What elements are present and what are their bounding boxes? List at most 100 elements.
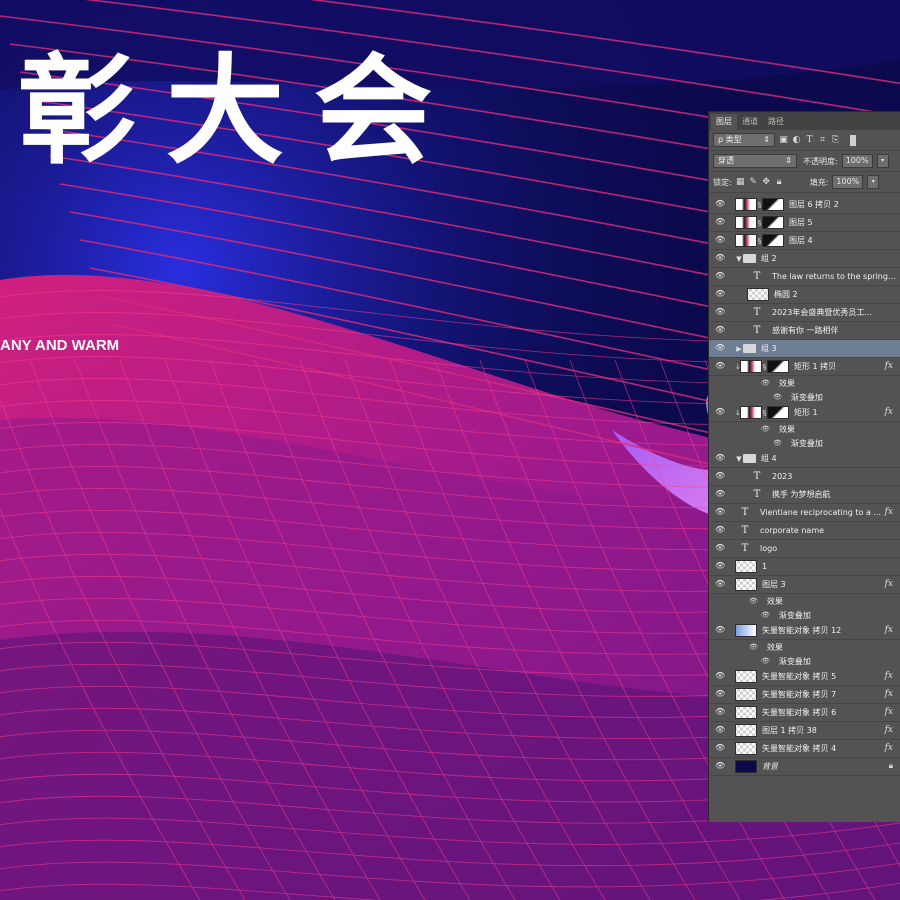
layer-mask-thumbnail[interactable] <box>762 216 784 229</box>
visibility-eye-icon[interactable]: 👁︎ <box>715 708 725 716</box>
opacity-input[interactable]: 100% <box>841 154 873 168</box>
layer-effects-icon[interactable]: fx <box>885 689 893 699</box>
lock-transparent-icon[interactable]: ▦ <box>736 177 745 187</box>
visibility-eye-icon[interactable]: 👁︎ <box>715 472 725 480</box>
effect-eye-icon[interactable]: 👁︎ <box>773 393 782 401</box>
visibility-eye-icon[interactable]: 👁︎ <box>715 690 725 698</box>
layer-row[interactable]: 👁︎ Tcorporate name <box>709 522 900 540</box>
visibility-eye-icon[interactable]: 👁︎ <box>715 408 725 416</box>
layer-row[interactable]: 👁︎ ▼ 组 4 <box>709 450 900 468</box>
visibility-eye-icon[interactable]: 👁︎ <box>715 236 725 244</box>
effect-eye-icon[interactable]: 👁︎ <box>761 657 770 665</box>
visibility-eye-icon[interactable]: 👁︎ <box>715 580 725 588</box>
type-filter-icon[interactable]: T <box>805 135 814 145</box>
layer-row[interactable]: 👁︎ T 携手 为梦想启航 <box>709 486 900 504</box>
layers-panel[interactable]: 图层 通道 路径 ρ 类型 ⇕ ▣ ◐ T ⌗ ⎘ 穿透 ⇕ 不透明度: 100… <box>708 111 900 822</box>
layer-effects-icon[interactable]: fx <box>885 725 893 735</box>
visibility-eye-icon[interactable]: 👁︎ <box>715 744 725 752</box>
layer-mask-thumbnail[interactable] <box>767 360 789 373</box>
visibility-eye-icon[interactable]: 👁︎ <box>715 672 725 680</box>
layer-effect-row[interactable]: 👁︎👁︎渐变叠加 <box>709 390 900 404</box>
effect-eye-icon[interactable]: 👁︎ <box>761 611 770 619</box>
layer-row[interactable]: 👁︎ 矢量智能对象 拷贝 4 fx <box>709 740 900 758</box>
effect-eye-icon[interactable]: 👁︎ <box>749 643 758 651</box>
visibility-eye-icon[interactable]: 👁︎ <box>715 454 725 462</box>
toggle-icon[interactable] <box>850 134 856 146</box>
layer-mask-thumbnail[interactable] <box>767 406 789 419</box>
visibility-eye-icon[interactable]: 👁︎ <box>715 726 725 734</box>
layer-row[interactable]: 👁︎ ↓ § 矩形 1 拷贝 fx <box>709 358 900 376</box>
layer-row[interactable]: 👁︎ § 图层 5 <box>709 214 900 232</box>
visibility-eye-icon[interactable]: 👁︎ <box>715 526 725 534</box>
layer-row[interactable]: 👁︎ T Vientiane reciprocating to a ... fx <box>709 504 900 522</box>
layer-effect-row[interactable]: 👁︎👁︎效果 <box>709 594 900 608</box>
layers-list[interactable]: 👁︎ § 图层 6 拷贝 2 👁︎ § 图层 5 👁︎ § 图层 4 👁︎ ▼ 组 2 👁︎ T The l… <box>709 196 900 776</box>
filter-kind-select[interactable]: ρ 类型 ⇕ <box>713 133 775 147</box>
effect-eye-icon[interactable]: 👁︎ <box>749 597 758 605</box>
disclosure-triangle-icon[interactable]: ▼ <box>735 255 743 263</box>
blend-mode-select[interactable]: 穿透 ⇕ <box>713 154 797 168</box>
layer-row[interactable]: 👁︎ ▶ 组 3 <box>709 340 900 358</box>
layer-effects-icon[interactable]: fx <box>885 579 893 589</box>
layer-row[interactable]: 👁︎ 图层 3 fx <box>709 576 900 594</box>
visibility-eye-icon[interactable]: 👁︎ <box>715 326 725 334</box>
layer-row[interactable]: 👁︎ § 图层 6 拷贝 2 <box>709 196 900 214</box>
layer-row[interactable]: 👁︎ 矢量智能对象 拷贝 5 fx <box>709 668 900 686</box>
visibility-eye-icon[interactable]: 👁︎ <box>715 626 725 634</box>
visibility-eye-icon[interactable]: 👁︎ <box>715 218 725 226</box>
visibility-eye-icon[interactable]: 👁︎ <box>715 762 725 770</box>
visibility-eye-icon[interactable]: 👁︎ <box>715 200 725 208</box>
visibility-eye-icon[interactable]: 👁︎ <box>715 508 725 516</box>
tab-channels[interactable]: 通道 <box>737 114 763 130</box>
layer-row[interactable]: 👁︎ 矢量智能对象 拷贝 7 fx <box>709 686 900 704</box>
visibility-eye-icon[interactable]: 👁︎ <box>715 272 725 280</box>
visibility-eye-icon[interactable]: 👁︎ <box>715 544 725 552</box>
layer-row[interactable]: 👁︎ 矢量智能对象 拷贝 6 fx <box>709 704 900 722</box>
visibility-eye-icon[interactable]: 👁︎ <box>715 344 725 352</box>
smart-filter-icon[interactable]: ⎘ <box>831 135 840 145</box>
image-filter-icon[interactable]: ▣ <box>779 135 788 145</box>
layer-row[interactable]: 👁︎ T 2023年会盛典暨优秀员工... <box>709 304 900 322</box>
layer-effect-row[interactable]: 👁︎👁︎效果 <box>709 376 900 390</box>
visibility-eye-icon[interactable]: 👁︎ <box>715 290 725 298</box>
layer-effect-row[interactable]: 👁︎👁︎效果 <box>709 640 900 654</box>
layer-row[interactable]: 👁︎ 矢量智能对象 拷贝 12 fx <box>709 622 900 640</box>
shape-filter-icon[interactable]: ⌗ <box>818 135 827 145</box>
fill-input[interactable]: 100% <box>832 175 864 189</box>
layer-effects-icon[interactable]: fx <box>885 625 893 635</box>
layer-row[interactable]: 👁︎ ▼ 组 2 <box>709 250 900 268</box>
tab-paths[interactable]: 路径 <box>763 114 789 130</box>
layer-effects-icon[interactable]: fx <box>885 707 893 717</box>
layer-mask-thumbnail[interactable] <box>762 198 784 211</box>
layer-row[interactable]: 👁︎ T 感谢有你 一路相伴 <box>709 322 900 340</box>
layer-effects-icon[interactable]: fx <box>885 361 893 371</box>
effect-eye-icon[interactable]: 👁︎ <box>773 439 782 447</box>
layer-effects-icon[interactable]: fx <box>885 507 893 517</box>
layer-effects-icon[interactable]: fx <box>885 671 893 681</box>
layer-row[interactable]: 👁︎ § 图层 4 <box>709 232 900 250</box>
layer-effect-row[interactable]: 👁︎👁︎效果 <box>709 422 900 436</box>
layer-effect-row[interactable]: 👁︎👁︎渐变叠加 <box>709 654 900 668</box>
effect-eye-icon[interactable]: 👁︎ <box>761 425 770 433</box>
lock-brush-icon[interactable]: ✎ <box>749 177 758 187</box>
layer-effect-row[interactable]: 👁︎👁︎渐变叠加 <box>709 608 900 622</box>
adjustment-filter-icon[interactable]: ◐ <box>792 135 801 145</box>
visibility-eye-icon[interactable]: 👁︎ <box>715 562 725 570</box>
layer-row[interactable]: 👁︎ T 2023 <box>709 468 900 486</box>
visibility-eye-icon[interactable]: 👁︎ <box>715 362 725 370</box>
visibility-eye-icon[interactable]: 👁︎ <box>715 490 725 498</box>
lock-all-icon[interactable]: 🔒︎ <box>775 177 784 187</box>
layer-effects-icon[interactable]: fx <box>885 407 893 417</box>
layer-row[interactable]: 👁︎ 椭圆 2 <box>709 286 900 304</box>
visibility-eye-icon[interactable]: 👁︎ <box>715 308 725 316</box>
effect-eye-icon[interactable]: 👁︎ <box>761 379 770 387</box>
layer-effects-icon[interactable]: fx <box>885 743 893 753</box>
lock-move-icon[interactable]: ✥ <box>762 177 771 187</box>
opacity-dropdown-icon[interactable]: ▾ <box>876 154 889 168</box>
layer-row[interactable]: 👁︎ 背景 🔒︎ <box>709 758 900 776</box>
layer-row[interactable]: 👁︎ Tlogo <box>709 540 900 558</box>
layer-effect-row[interactable]: 👁︎👁︎渐变叠加 <box>709 436 900 450</box>
disclosure-triangle-icon[interactable]: ▼ <box>735 455 743 463</box>
fill-dropdown-icon[interactable]: ▾ <box>867 175 880 189</box>
visibility-eye-icon[interactable]: 👁︎ <box>715 254 725 262</box>
